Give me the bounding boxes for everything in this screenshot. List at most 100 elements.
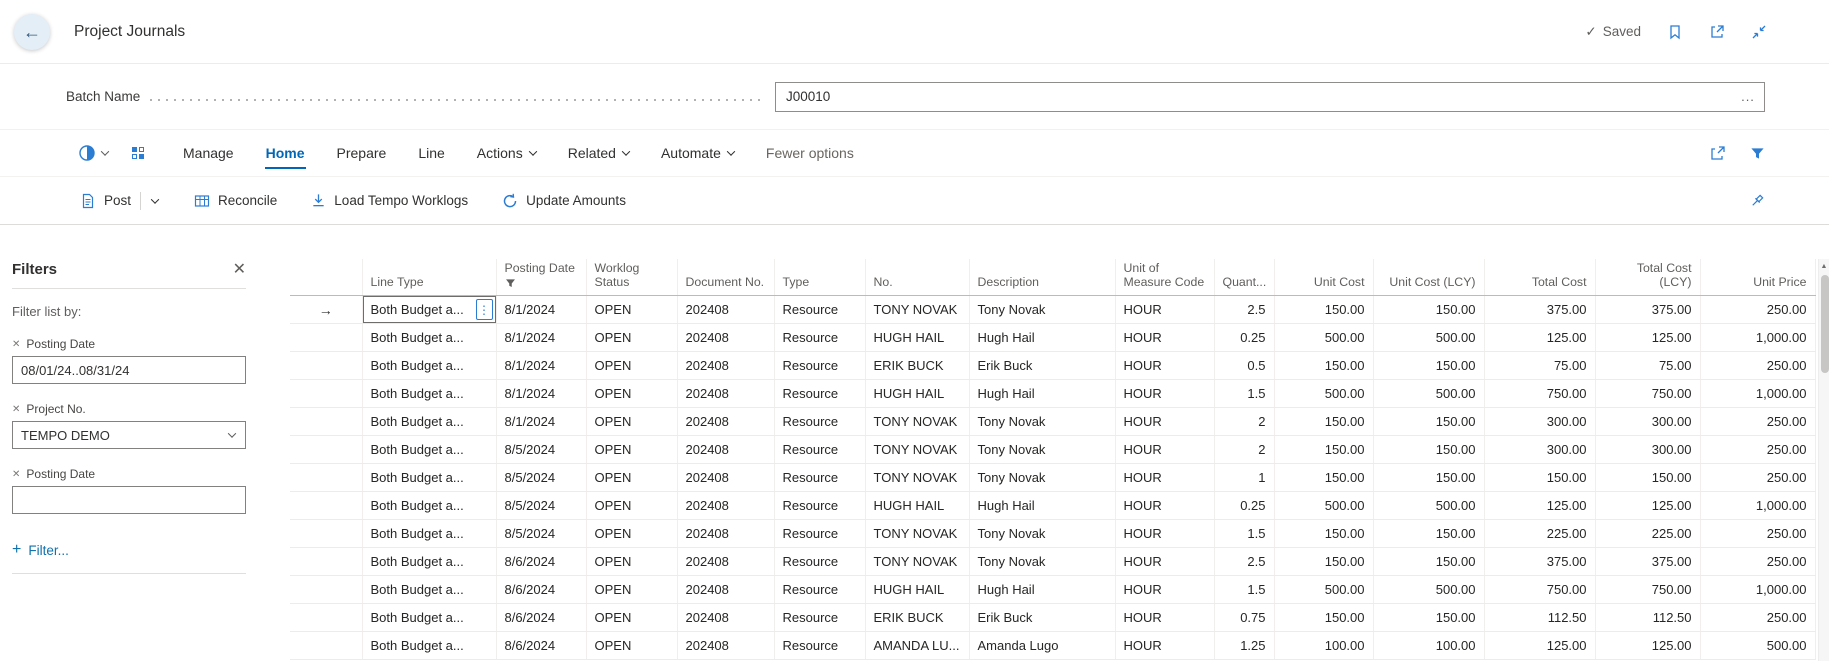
update-amounts-button[interactable]: Update Amounts: [502, 193, 626, 209]
cell-unit-of-measure-code[interactable]: HOUR: [1115, 604, 1214, 632]
cell-unit-cost-lcy[interactable]: 150.00: [1373, 408, 1484, 436]
cell-unit-of-measure-code[interactable]: HOUR: [1115, 632, 1214, 660]
cell-total-cost[interactable]: 225.00: [1484, 520, 1595, 548]
column-header-quantity[interactable]: Quant...: [1214, 259, 1274, 296]
cell-total-cost-lcy[interactable]: 300.00: [1595, 408, 1700, 436]
cell-total-cost-lcy[interactable]: 300.00: [1595, 436, 1700, 464]
cell-unit-cost[interactable]: 500.00: [1274, 380, 1373, 408]
cell-document-no[interactable]: 202408: [677, 352, 774, 380]
cell-unit-cost-lcy[interactable]: 150.00: [1373, 436, 1484, 464]
add-filter-button[interactable]: + Filter...: [12, 542, 246, 574]
cell-unit-cost[interactable]: 500.00: [1274, 324, 1373, 352]
cell-posting-date[interactable]: 8/6/2024: [496, 632, 586, 660]
assist-edit-button[interactable]: ...: [1732, 89, 1764, 104]
load-tempo-worklogs-button[interactable]: Load Tempo Worklogs: [311, 193, 468, 208]
table-row[interactable]: →Both Budget a...⋮8/1/2024OPEN202408Reso…: [290, 296, 1815, 324]
cell-posting-date[interactable]: 8/6/2024: [496, 576, 586, 604]
cell-unit-price[interactable]: 1,000.00: [1700, 324, 1815, 352]
cell-unit-cost[interactable]: 500.00: [1274, 492, 1373, 520]
row-indicator-cell[interactable]: [290, 352, 362, 380]
table-row[interactable]: Both Budget a...8/5/2024OPEN202408Resour…: [290, 436, 1815, 464]
reconcile-button[interactable]: Reconcile: [194, 193, 277, 209]
cell-description[interactable]: Tony Novak: [969, 436, 1115, 464]
cell-quantity[interactable]: 1.5: [1214, 576, 1274, 604]
cell-posting-date[interactable]: 8/1/2024: [496, 380, 586, 408]
cell-unit-cost-lcy[interactable]: 500.00: [1373, 492, 1484, 520]
cell-unit-of-measure-code[interactable]: HOUR: [1115, 324, 1214, 352]
cell-quantity[interactable]: 0.5: [1214, 352, 1274, 380]
cell-unit-of-measure-code[interactable]: HOUR: [1115, 408, 1214, 436]
back-button[interactable]: ←: [14, 14, 50, 50]
cell-unit-price[interactable]: 250.00: [1700, 464, 1815, 492]
cell-total-cost[interactable]: 125.00: [1484, 324, 1595, 352]
row-indicator-cell[interactable]: [290, 520, 362, 548]
cell-worklog-status[interactable]: OPEN: [586, 464, 677, 492]
batch-name-input[interactable]: [776, 89, 1732, 104]
menu-automate[interactable]: Automate: [660, 133, 735, 173]
share-button[interactable]: [1710, 145, 1726, 161]
cell-no[interactable]: TONY NOVAK: [865, 548, 969, 576]
cell-unit-cost[interactable]: 150.00: [1274, 408, 1373, 436]
cell-description[interactable]: Tony Novak: [969, 520, 1115, 548]
cell-posting-date[interactable]: 8/1/2024: [496, 324, 586, 352]
cell-unit-price[interactable]: 500.00: [1700, 632, 1815, 660]
cell-posting-date[interactable]: 8/5/2024: [496, 520, 586, 548]
cell-description[interactable]: Tony Novak: [969, 408, 1115, 436]
table-row[interactable]: Both Budget a...8/1/2024OPEN202408Resour…: [290, 380, 1815, 408]
cell-type[interactable]: Resource: [774, 352, 865, 380]
row-indicator-cell[interactable]: [290, 408, 362, 436]
cell-document-no[interactable]: 202408: [677, 436, 774, 464]
cell-posting-date[interactable]: 8/1/2024: [496, 352, 586, 380]
cell-worklog-status[interactable]: OPEN: [586, 548, 677, 576]
open-in-new-window-button[interactable]: [1709, 24, 1725, 40]
cell-description[interactable]: Hugh Hail: [969, 492, 1115, 520]
cell-total-cost[interactable]: 300.00: [1484, 436, 1595, 464]
cell-description[interactable]: Tony Novak: [969, 464, 1115, 492]
cell-line-type[interactable]: Both Budget a...: [362, 632, 496, 660]
row-indicator-cell[interactable]: →: [290, 296, 362, 324]
table-row[interactable]: Both Budget a...8/6/2024OPEN202408Resour…: [290, 632, 1815, 660]
cell-total-cost[interactable]: 75.00: [1484, 352, 1595, 380]
cell-type[interactable]: Resource: [774, 604, 865, 632]
cell-unit-price[interactable]: 1,000.00: [1700, 576, 1815, 604]
cell-type[interactable]: Resource: [774, 464, 865, 492]
table-row[interactable]: Both Budget a...8/5/2024OPEN202408Resour…: [290, 520, 1815, 548]
cell-unit-cost-lcy[interactable]: 500.00: [1373, 576, 1484, 604]
more-options-icon[interactable]: ⋮: [476, 299, 493, 320]
cell-line-type[interactable]: Both Budget a...: [362, 408, 496, 436]
pin-actionbar-button[interactable]: [1749, 193, 1765, 209]
remove-filter-icon[interactable]: ✕: [12, 339, 20, 350]
column-header-unit-of-measure-code[interactable]: Unit of Measure Code: [1115, 259, 1214, 296]
cell-total-cost-lcy[interactable]: 75.00: [1595, 352, 1700, 380]
cell-no[interactable]: TONY NOVAK: [865, 464, 969, 492]
remove-filter-icon[interactable]: ✕: [12, 404, 20, 415]
cell-worklog-status[interactable]: OPEN: [586, 380, 677, 408]
cell-unit-price[interactable]: 250.00: [1700, 436, 1815, 464]
cell-posting-date[interactable]: 8/5/2024: [496, 464, 586, 492]
cell-total-cost-lcy[interactable]: 750.00: [1595, 576, 1700, 604]
column-header-no[interactable]: No.: [865, 259, 969, 296]
cell-worklog-status[interactable]: OPEN: [586, 296, 677, 324]
tab-manage[interactable]: Manage: [182, 133, 235, 173]
cell-total-cost-lcy[interactable]: 125.00: [1595, 492, 1700, 520]
row-indicator-cell[interactable]: [290, 632, 362, 660]
cell-posting-date[interactable]: 8/1/2024: [496, 408, 586, 436]
vertical-scrollbar[interactable]: ▲: [1818, 259, 1829, 661]
cell-line-type[interactable]: Both Budget a...: [362, 324, 496, 352]
cell-posting-date[interactable]: 8/5/2024: [496, 436, 586, 464]
table-row[interactable]: Both Budget a...8/1/2024OPEN202408Resour…: [290, 324, 1815, 352]
cell-worklog-status[interactable]: OPEN: [586, 604, 677, 632]
fewer-options-button[interactable]: Fewer options: [765, 133, 855, 173]
column-header-unit-cost[interactable]: Unit Cost: [1274, 259, 1373, 296]
cell-total-cost-lcy[interactable]: 112.50: [1595, 604, 1700, 632]
analysis-mode-button[interactable]: [78, 144, 108, 162]
cell-no[interactable]: TONY NOVAK: [865, 520, 969, 548]
row-indicator-cell[interactable]: [290, 492, 362, 520]
cell-line-type[interactable]: Both Budget a...: [362, 352, 496, 380]
cell-total-cost[interactable]: 125.00: [1484, 492, 1595, 520]
collapse-window-button[interactable]: [1751, 24, 1767, 40]
tab-home[interactable]: Home: [265, 133, 306, 173]
cell-type[interactable]: Resource: [774, 520, 865, 548]
cell-type[interactable]: Resource: [774, 548, 865, 576]
cell-total-cost[interactable]: 300.00: [1484, 408, 1595, 436]
